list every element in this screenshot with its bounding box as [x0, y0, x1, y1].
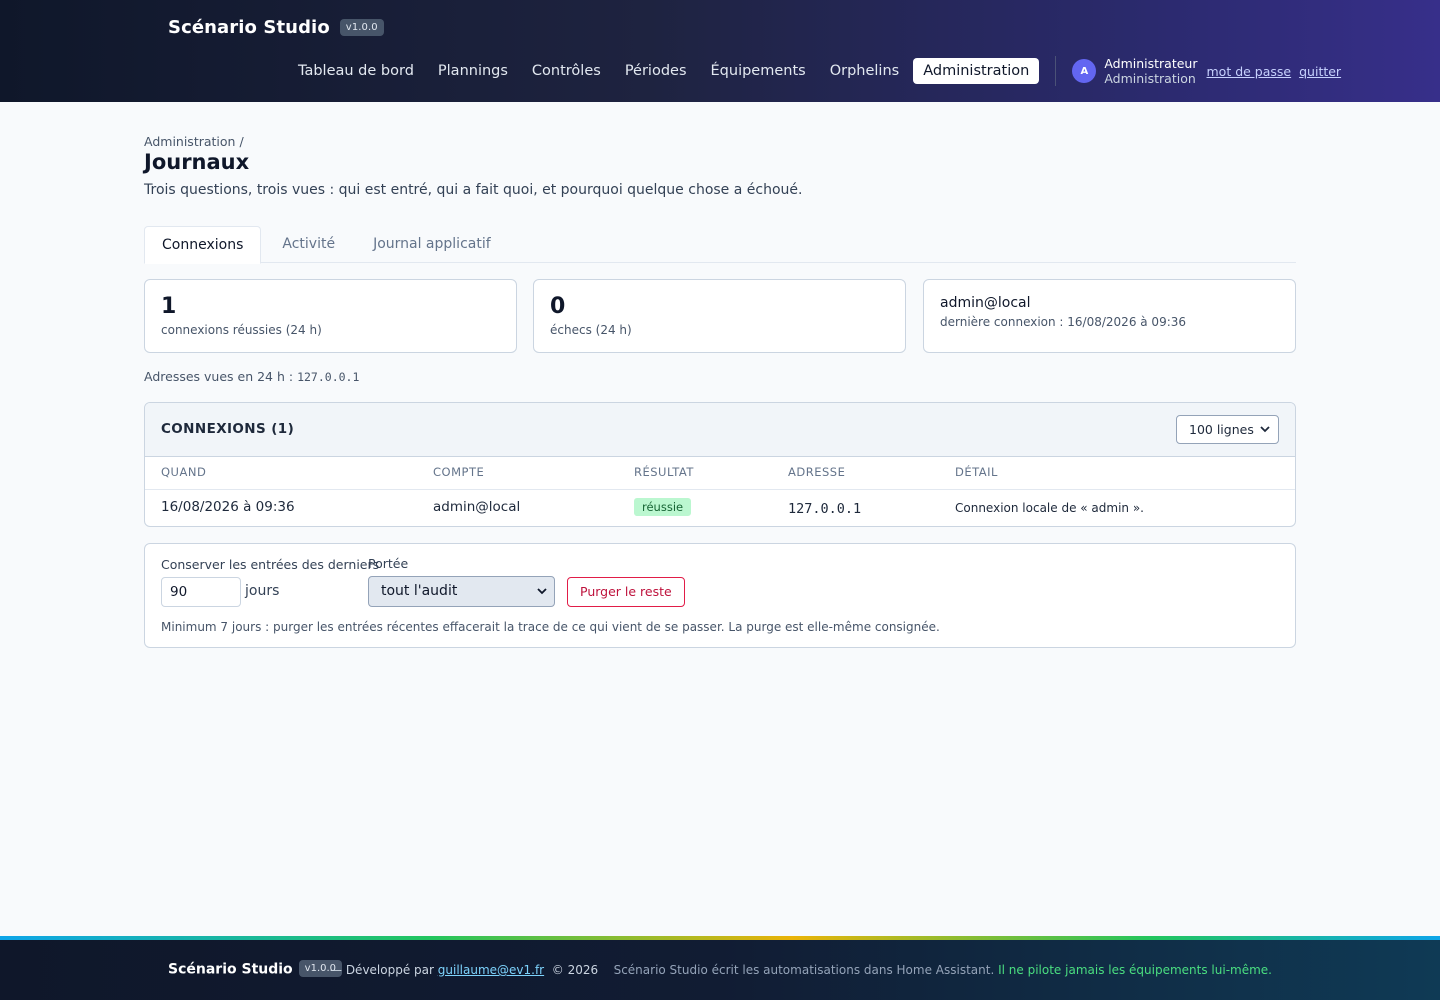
days-unit-label: jours: [245, 583, 280, 599]
stat-last-login-time: dernière connexion : 16/08/2026 à 09:36: [940, 315, 1187, 329]
footer-dev-prefix: — Développé par: [330, 963, 434, 977]
main-nav: Tableau de bord Plannings Contrôles Péri…: [286, 56, 1349, 86]
page-size-select[interactable]: 100 lignes: [1176, 415, 1279, 444]
table-divider: [145, 489, 1295, 490]
footer-copyright: © 2026: [551, 963, 599, 977]
keep-days-label: Conserver les entrées des derniers: [161, 557, 380, 572]
cell-when: 16/08/2026 à 09:36: [161, 499, 295, 515]
stat-success-value: 1: [161, 294, 177, 319]
chevron-down-icon: [537, 577, 547, 618]
column-header-result[interactable]: RÉSULTAT: [634, 465, 694, 479]
stat-card-success: 1 connexions réussies (24 h): [144, 279, 517, 353]
footer-app-name: Scénario Studio: [168, 961, 293, 978]
user-name: Administrateur: [1104, 56, 1198, 71]
page-size-value: 100 lignes: [1189, 422, 1254, 437]
nav-item-dashboard[interactable]: Tableau de bord: [286, 58, 426, 84]
connections-panel: CONNEXIONS (1) 100 lignes QUAND COMPTE R…: [144, 402, 1296, 527]
user-role: Administration: [1104, 71, 1196, 86]
nav-item-equipment[interactable]: Équipements: [699, 58, 818, 84]
breadcrumb[interactable]: Administration /: [144, 134, 244, 149]
log-tabs: Connexions Activité Journal applicatif: [144, 226, 1296, 264]
column-header-address[interactable]: ADRESSE: [788, 465, 845, 479]
developer-email-link[interactable]: guillaume@ev1.fr: [438, 963, 544, 977]
cell-account: admin@local: [433, 499, 521, 515]
app-name: Scénario Studio: [168, 17, 330, 38]
tab-journal-applicatif[interactable]: Journal applicatif: [356, 226, 508, 263]
connections-panel-header: CONNEXIONS (1) 100 lignes: [145, 403, 1295, 457]
nav-item-administration[interactable]: Administration: [913, 58, 1040, 84]
chevron-down-icon: [1260, 416, 1270, 454]
cell-detail: Connexion locale de « admin ».: [955, 501, 1144, 515]
column-header-account[interactable]: COMPTE: [433, 465, 484, 479]
nav-item-periods[interactable]: Périodes: [613, 58, 699, 84]
tab-connexions[interactable]: Connexions: [144, 226, 262, 264]
tab-activite[interactable]: Activité: [265, 226, 352, 263]
addresses-value: 127.0.0.1: [297, 370, 360, 384]
footer-tagline-text: Scénario Studio écrit les automatisation…: [613, 963, 995, 977]
stat-card-last-login: admin@local dernière connexion : 16/08/2…: [923, 279, 1296, 353]
stat-success-label: connexions réussies (24 h): [161, 323, 322, 337]
app-brand[interactable]: Scénario Studio v1.0.0: [168, 17, 384, 38]
scope-select[interactable]: tout l'audit: [368, 576, 555, 607]
footer: Scénario Studio v1.0.0 — Développé par gu…: [0, 940, 1440, 1000]
version-badge: v1.0.0: [339, 18, 384, 36]
addresses-label: Adresses vues en 24 h :: [144, 369, 294, 384]
page-subtitle: Trois questions, trois vues : qui est en…: [144, 182, 803, 198]
top-bar: Scénario Studio v1.0.0 Tableau de bord Pl…: [0, 0, 1440, 102]
page-title: Journaux: [144, 150, 250, 174]
stat-failures-label: échecs (24 h): [550, 323, 632, 337]
column-header-detail[interactable]: DÉTAIL: [955, 465, 998, 479]
nav-divider: [1055, 56, 1057, 86]
purge-note: Minimum 7 jours : purger les entrées réc…: [161, 620, 940, 634]
change-password-link[interactable]: mot de passe: [1207, 64, 1292, 79]
cell-address: 127.0.0.1: [788, 501, 862, 517]
scope-value: tout l'audit: [381, 583, 458, 599]
addresses-seen: Adresses vues en 24 h : 127.0.0.1: [144, 369, 359, 384]
footer-tagline-accent: Il ne pilote jamais les équipements lui-…: [998, 963, 1272, 977]
footer-credits: — Développé par guillaume@ev1.fr © 2026: [330, 963, 598, 977]
footer-brand: Scénario Studio v1.0.0: [168, 960, 343, 978]
purge-button[interactable]: Purger le reste: [567, 577, 685, 607]
user-info: Administrateur Administration: [1104, 56, 1197, 86]
status-badge: réussie: [634, 498, 692, 516]
nav-item-plannings[interactable]: Plannings: [426, 58, 520, 84]
stat-last-account: admin@local: [940, 295, 1031, 311]
stat-card-failures: 0 échecs (24 h): [533, 279, 906, 353]
column-header-when[interactable]: QUAND: [161, 465, 206, 479]
retention-days-input[interactable]: 90: [161, 577, 241, 607]
scope-label: Portée: [368, 556, 409, 571]
avatar: A: [1072, 59, 1097, 83]
connections-title: CONNEXIONS (1): [161, 421, 295, 437]
nav-item-controls[interactable]: Contrôles: [520, 58, 613, 84]
stat-failures-value: 0: [550, 294, 566, 319]
footer-tagline: Scénario Studio écrit les automatisation…: [614, 963, 1272, 977]
logout-link[interactable]: quitter: [1299, 64, 1341, 79]
purge-panel: Conserver les entrées des derniers Porté…: [144, 543, 1296, 648]
nav-item-orphans[interactable]: Orphelins: [818, 58, 912, 84]
